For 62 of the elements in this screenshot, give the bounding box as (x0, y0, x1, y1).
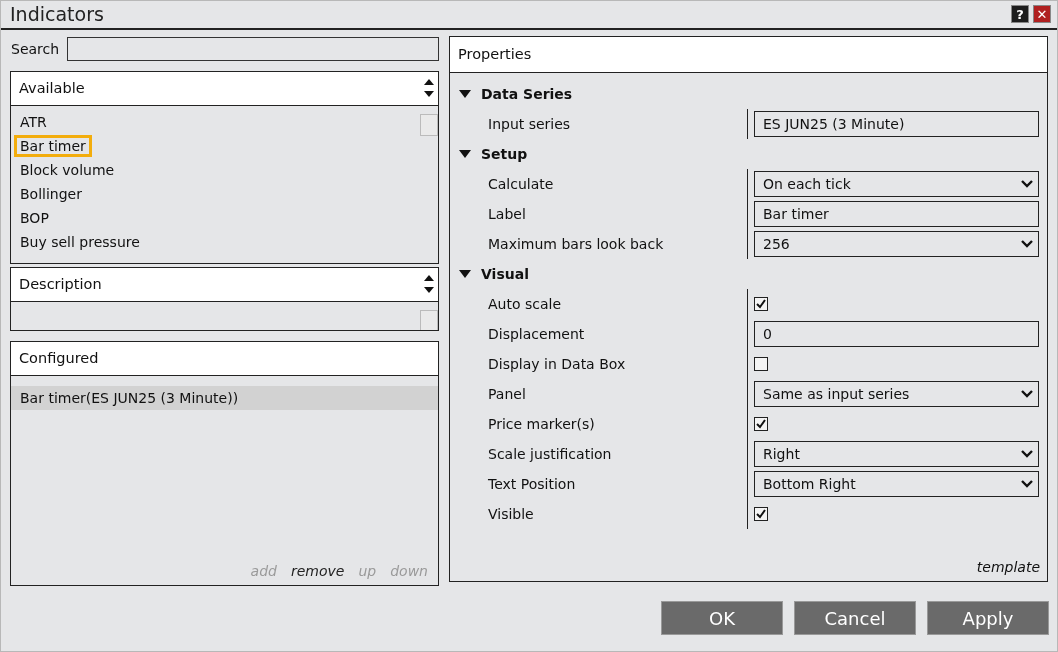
dropdown[interactable]: 256 (754, 230, 1039, 257)
text-field[interactable]: 0 (754, 320, 1039, 347)
property-label: Label (450, 198, 748, 229)
property-label: Calculate (450, 168, 748, 199)
dialog-button[interactable]: Cancel (794, 601, 916, 636)
indicator-item[interactable]: Bar timer (14, 134, 92, 157)
scroll-up-icon[interactable] (424, 275, 434, 282)
description-header: Description (19, 276, 103, 293)
help-button[interactable]: ? (1011, 5, 1029, 24)
indicator-item[interactable]: Buy sell pressure (14, 230, 146, 253)
configured-header: Configured (19, 350, 100, 367)
close-button[interactable]: ✕ (1033, 5, 1051, 24)
caret-icon (1020, 448, 1034, 459)
expand-toggle-icon[interactable] (459, 149, 471, 158)
properties-header: Properties (458, 46, 533, 63)
dialog-button[interactable]: OK (661, 601, 783, 636)
dropdown[interactable]: Same as input series (754, 380, 1039, 407)
scroll-up-icon[interactable] (424, 79, 434, 86)
caret-icon (1020, 388, 1034, 399)
scroll-down-icon[interactable] (424, 287, 434, 294)
expand-toggle-icon[interactable] (459, 269, 471, 278)
indicator-item[interactable]: Bollinger (14, 182, 88, 205)
property-label: Visible (450, 498, 748, 529)
scrollbar-thumb[interactable] (420, 309, 438, 330)
text-field[interactable]: ES JUN25 (3 Minute) (754, 110, 1039, 137)
checkbox[interactable] (754, 506, 768, 521)
property-label: Displacement (450, 318, 748, 349)
property-label: Scale justification (450, 438, 748, 469)
dropdown[interactable]: Right (754, 440, 1039, 467)
property-label: Price marker(s) (450, 408, 748, 439)
checkbox[interactable] (754, 356, 768, 371)
property-label: Auto scale (450, 288, 748, 319)
property-label: Input series (450, 108, 748, 139)
scrollbar-thumb[interactable] (420, 113, 438, 136)
search-label: Search (10, 40, 60, 57)
property-label: Text Position (450, 468, 748, 499)
dialog-button[interactable]: Apply (927, 601, 1049, 636)
dropdown[interactable]: Bottom Right (754, 470, 1039, 497)
caret-icon (1020, 178, 1034, 189)
caret-icon (1020, 238, 1034, 249)
expand-toggle-icon[interactable] (459, 89, 471, 98)
search-field[interactable] (67, 36, 439, 61)
indicator-item[interactable]: BOP (14, 206, 55, 229)
category-label: Setup (481, 145, 528, 162)
indicator-item[interactable]: Block volume (14, 158, 121, 181)
dropdown[interactable]: On each tick (754, 170, 1039, 197)
category-label: Data Series (481, 85, 573, 102)
property-label: Panel (450, 378, 748, 409)
text-field[interactable]: Bar timer (754, 200, 1039, 227)
list-header: Available (19, 80, 86, 97)
checkbox[interactable] (754, 296, 768, 311)
checkbox[interactable] (754, 416, 768, 431)
category-label: Visual (481, 265, 529, 282)
action-link[interactable]: remove (290, 562, 345, 579)
configured-item[interactable]: Bar timer(ES JUN25 (3 Minute)) (11, 385, 438, 410)
indicator-item[interactable]: ATR (14, 110, 53, 133)
property-label: Maximum bars look back (450, 228, 748, 259)
window-title: Indicators (10, 3, 105, 26)
property-label: Display in Data Box (450, 348, 748, 379)
scroll-down-icon[interactable] (424, 91, 434, 98)
template-link[interactable]: template (976, 558, 1047, 581)
caret-icon (1020, 478, 1034, 489)
